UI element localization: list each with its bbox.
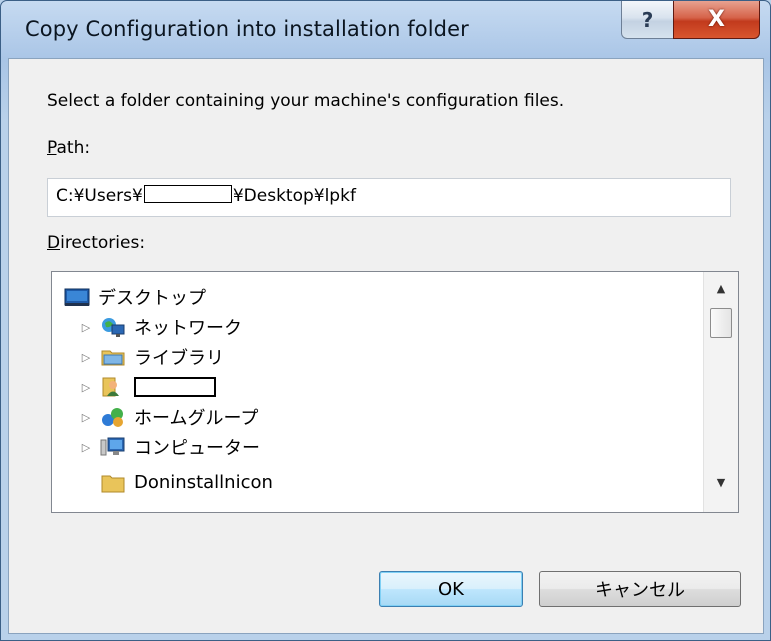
scroll-thumb[interactable] [710,308,732,338]
ok-button[interactable]: OK [379,571,523,607]
tree-item-library[interactable]: ▷ ライブラリ [80,342,224,372]
close-icon: X [708,7,725,32]
cancel-button[interactable]: キャンセル [539,571,741,607]
tree-item-label: Doninstallnicon [134,472,273,493]
tree-item-partial-folder[interactable]: Doninstallnicon [100,462,273,512]
expand-icon[interactable]: ▷ [80,321,92,334]
tree-scrollbar[interactable]: ▲ ▼ [703,272,738,512]
tree-item-network[interactable]: ▷ ネットワーク [80,312,242,342]
directories-label: Directories: [47,233,146,253]
homegroup-icon [100,406,124,428]
tree-item-label: ホームグループ [134,408,259,429]
tree-item-label: デスクトップ [98,288,206,309]
dialog-window: Copy Configuration into installation fol… [0,0,771,641]
help-icon: ? [641,7,654,32]
directory-tree[interactable]: デスクトップ ▷ ネットワーク ▷ ライブラリ ▷ ▷ ホームグループ ▷ コン… [51,271,739,513]
help-button[interactable]: ? [621,1,674,39]
redacted-username [143,185,232,203]
close-button[interactable]: X [673,1,760,39]
tree-item-computer[interactable]: ▷ コンピューター [80,432,260,462]
tree-item-desktop[interactable]: デスクトップ [64,282,206,312]
expand-icon[interactable]: ▷ [80,381,92,394]
folder-icon [100,472,125,494]
scroll-up-icon[interactable]: ▲ [704,276,738,302]
user-folder-icon [100,376,124,398]
expand-icon[interactable]: ▷ [80,351,92,364]
expand-icon[interactable]: ▷ [80,441,92,454]
path-label: Path: [47,138,91,158]
computer-icon [100,436,125,458]
path-input[interactable]: C:¥Users¥ ¥Desktop¥lpkf [47,178,731,217]
redacted-label [134,377,216,397]
expand-icon[interactable]: ▷ [80,411,92,424]
tree-item-user-folder[interactable]: ▷ [80,372,216,402]
instruction-text: Select a folder containing your machine'… [47,91,565,111]
scroll-down-icon[interactable]: ▼ [704,470,738,496]
tree-item-label: ネットワーク [134,318,242,339]
tree-item-label: ライブラリ [134,348,224,369]
window-title: Copy Configuration into installation fol… [25,17,469,41]
network-icon [100,316,125,338]
tree-item-homegroup[interactable]: ▷ ホームグループ [80,402,258,432]
tree-item-label: コンピューター [134,438,260,459]
desktop-icon [64,286,90,308]
library-icon [100,346,125,368]
